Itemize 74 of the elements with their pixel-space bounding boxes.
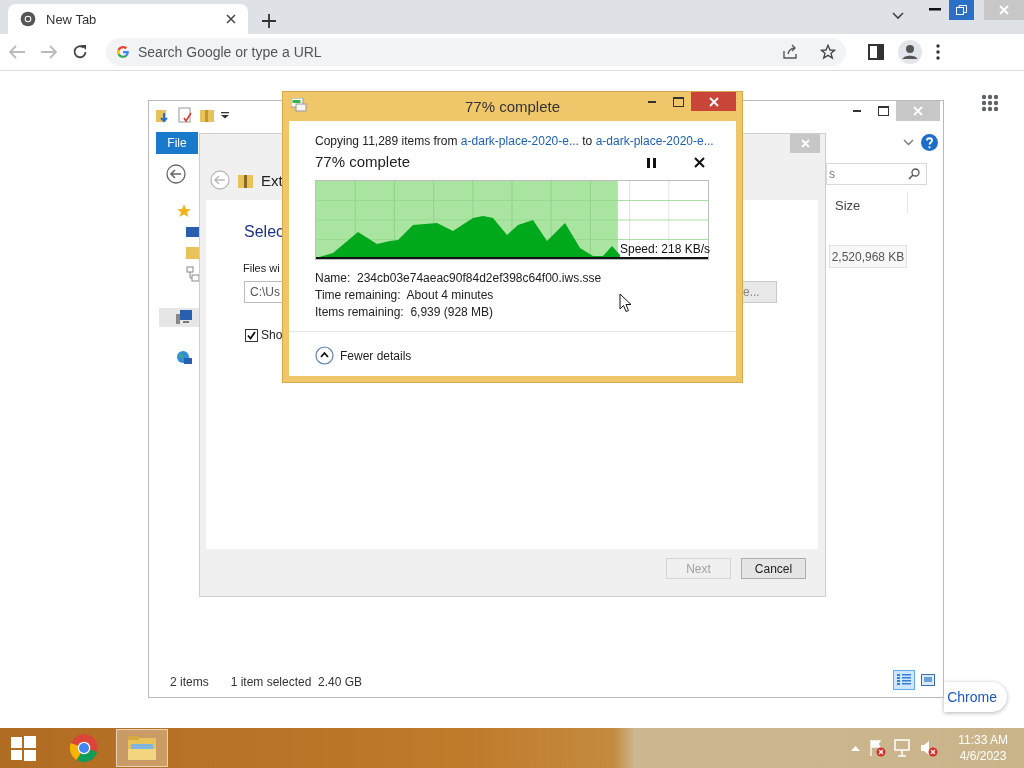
share-icon[interactable] <box>782 44 798 60</box>
destination-link[interactable]: a-dark-place-2020-e... <box>595 134 714 148</box>
folder-icon <box>126 734 158 762</box>
column-header[interactable]: Size <box>835 198 861 213</box>
speed-label: Speed: 218 KB/s <box>620 242 711 256</box>
zip-folder-icon <box>238 172 253 188</box>
browser-tab[interactable]: New Tab <box>8 4 248 34</box>
customize-chrome-button[interactable]: Chrome <box>944 682 1007 712</box>
cancel-button[interactable]: Cancel <box>741 558 806 579</box>
new-tab-icon[interactable] <box>262 14 276 28</box>
copy-summary: Copying 11,289 items from a-dark-place-2020-e... to a-dark-place-2020-e... <box>315 134 714 148</box>
minimize-icon <box>648 101 656 103</box>
muted-speaker-icon[interactable] <box>920 739 939 757</box>
window-title: 77% complete <box>464 98 561 115</box>
google-icon <box>116 45 130 59</box>
search-icon <box>908 168 920 180</box>
mouse-pointer-icon <box>619 293 632 313</box>
chevron-up-icon <box>315 346 334 365</box>
side-panel-icon[interactable] <box>868 44 884 60</box>
star-icon[interactable] <box>176 203 192 219</box>
restore-icon <box>956 5 967 15</box>
minimize-icon <box>853 110 861 112</box>
pause-icon[interactable] <box>647 158 656 168</box>
back-icon[interactable] <box>166 164 186 184</box>
progress-heading: 77% complete <box>315 153 411 170</box>
fewer-details-button[interactable]: Fewer details <box>315 346 412 365</box>
maximize-icon <box>877 106 889 116</box>
details-list-icon <box>897 674 911 686</box>
close-icon[interactable] <box>226 14 236 24</box>
caret-down-icon[interactable] <box>892 12 904 20</box>
detail-line: Time remaining: About 4 minutes <box>315 288 495 302</box>
checkbox-label: Sho <box>261 328 283 342</box>
caret-down-icon[interactable] <box>221 111 229 119</box>
size-cell: 2,520,968 KB <box>829 245 907 268</box>
profile-icon[interactable] <box>898 40 922 64</box>
file-tab[interactable]: File <box>156 132 198 154</box>
address-bar[interactable]: Search Google or type a URL <box>106 38 846 66</box>
item-count: 2 items <box>170 675 209 689</box>
close-icon <box>800 139 810 148</box>
reload-icon[interactable] <box>72 44 88 60</box>
chrome-icon <box>69 733 99 763</box>
wizard-title: Ext <box>261 171 283 189</box>
star-icon[interactable] <box>820 44 836 60</box>
menu-icon[interactable] <box>936 44 940 60</box>
source-link[interactable]: a-dark-place-2020-e... <box>460 134 579 148</box>
help-icon[interactable] <box>921 134 938 151</box>
copy-icon <box>291 98 307 112</box>
close-icon <box>999 5 1009 15</box>
flag-icon[interactable] <box>868 739 887 757</box>
files-label: Files wi <box>243 262 280 274</box>
close-icon[interactable] <box>694 157 705 168</box>
apps-grid-icon[interactable] <box>981 94 999 112</box>
detail-line: Name: 234cb03e74aeac90f84d2ef398c64f00.iws.sse <box>315 271 602 285</box>
maximize-icon <box>672 97 684 107</box>
selection-info: 1 item selected 2.40 GB <box>230 675 363 689</box>
properties-icon[interactable] <box>155 107 171 123</box>
checkbox[interactable] <box>245 328 258 342</box>
close-icon <box>913 106 923 116</box>
minimize-icon[interactable] <box>929 8 941 12</box>
details-view-button[interactable] <box>893 670 915 690</box>
computer-icon[interactable] <box>176 309 192 325</box>
new-document-icon[interactable] <box>177 107 193 123</box>
thumbnail-icon <box>921 674 935 686</box>
close-icon <box>708 96 719 107</box>
detail-line: Items remaining: 6,939 (928 MB) <box>315 305 495 319</box>
search-field[interactable]: s <box>826 163 927 185</box>
restore-button[interactable] <box>949 0 974 20</box>
monitor-icon[interactable] <box>186 227 200 239</box>
wizard-heading: Selec <box>244 223 285 241</box>
folder-icon[interactable] <box>199 107 215 123</box>
close-button[interactable] <box>691 92 736 111</box>
windows-logo-icon[interactable] <box>11 735 36 761</box>
globe-icon[interactable] <box>176 350 192 366</box>
chrome-icon <box>20 11 36 27</box>
